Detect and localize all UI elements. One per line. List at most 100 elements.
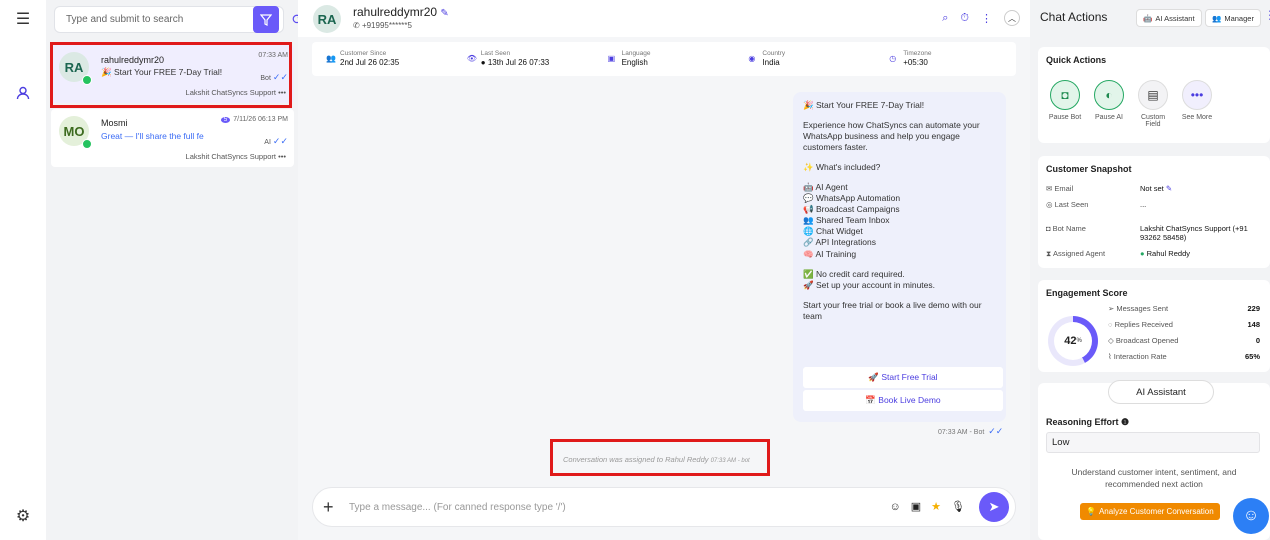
message-line: 🎉 Start Your FREE 7-Day Trial! — [803, 100, 925, 110]
card-title: Customer Snapshot — [1046, 164, 1132, 174]
message-line: 🌐 Chat Widget — [803, 226, 863, 237]
robot-icon: 🤖 — [1143, 13, 1153, 23]
contact-name: Mosmi — [101, 118, 128, 128]
send-icon: ➢ — [1108, 304, 1115, 313]
ai-assistant-header[interactable]: AI Assistant — [1108, 380, 1214, 404]
customer-info-bar: 👥 Customer Since 2nd Jul 26 02:35 👁 Last Se… — [312, 42, 1016, 76]
message-line: ✅ No credit card required. — [803, 268, 905, 279]
last-message: Great — I'll share the full fe — [101, 131, 204, 141]
metric-row: ◌ Replies Received 148 — [1108, 320, 1260, 329]
emoji-icon[interactable]: ☺ — [890, 501, 901, 513]
pause-bot-button[interactable]: ◘ Pause Bot — [1048, 80, 1082, 121]
phone-number: ✆ +91995******5 — [353, 21, 412, 30]
whatsapp-icon — [82, 139, 92, 149]
header-actions: ⌕ ⏱ ⋮ ︿ — [942, 10, 1020, 26]
message-time: 07:33 AM - Bot ✓✓ — [938, 426, 1004, 436]
search-bar: Type and submit to search ⟳ — [54, 6, 304, 33]
book-live-demo-button[interactable]: 📅 Book Live Demo — [803, 390, 1003, 411]
people-icon: 👥 — [326, 54, 336, 63]
help-chat-button[interactable]: ☺ — [1233, 498, 1269, 534]
language-icon: ▣ — [607, 54, 616, 63]
search-input[interactable]: Type and submit to search — [55, 14, 253, 25]
highlight-box — [550, 439, 770, 476]
sender-tag: AI ✓✓ — [264, 136, 288, 146]
person-icon[interactable] — [12, 82, 34, 104]
send-button[interactable]: ➤ — [979, 492, 1009, 522]
search-icon[interactable]: ⌕ — [942, 12, 948, 25]
snapshot-label: ✉ Email — [1046, 184, 1074, 193]
info-last-seen: 👁 Last Seen ● 13th Jul 26 07:33 — [466, 50, 550, 67]
app: ☰ ⚙ Type and submit to search ⟳ RA rahul… — [0, 0, 1270, 540]
reasoning-select[interactable]: Low — [1046, 432, 1260, 453]
double-check-icon: ✓✓ — [988, 426, 1004, 436]
phone-icon: ✆ — [353, 21, 360, 30]
metric-row: ◇ Broadcast Opened 0 — [1108, 336, 1260, 345]
conversation-time: 5 7/11/26 06:13 PM — [220, 116, 288, 123]
chat-actions-panel: Chat Actions 🤖 AI Assistant 👥 Manager ⋮ Qu… — [1030, 0, 1270, 540]
engagement-donut: 42% — [1048, 316, 1098, 366]
star-icon[interactable]: ★ — [931, 500, 941, 513]
message-line: 🧠 AI Training — [803, 248, 857, 259]
info-icon[interactable]: ❶ — [1121, 417, 1129, 427]
snapshot-value: ● Rahul Reddy — [1140, 249, 1190, 258]
see-more-button[interactable]: ••• See More — [1180, 80, 1214, 121]
info-language: ▣ Language English — [607, 50, 651, 67]
robot-icon: ◘ — [1050, 80, 1080, 110]
edit-icon[interactable]: ✎ — [440, 8, 448, 19]
pause-ai-button[interactable]: ◐ Pause AI — [1092, 80, 1126, 121]
highlight-box — [50, 42, 292, 108]
filter-button[interactable] — [253, 6, 279, 33]
snapshot-value: Lakshit ChatSyncs Support (+91 93262 584… — [1140, 224, 1248, 242]
eye-icon: 👁 — [466, 54, 477, 63]
ai-description: Understand customer intent, sentiment, a… — [1071, 467, 1237, 490]
chat-header: RA rahulreddymr20 ✎ ✆ +91995******5 ⌕ ⏱ … — [298, 0, 1030, 37]
snapshot-label: ◎ Last Seen — [1046, 200, 1089, 209]
avatar: MO — [59, 116, 92, 149]
composer-actions: ☺ ▣ ★ 🎙 — [890, 500, 965, 514]
snapshot-label: ◘ Bot Name — [1046, 224, 1086, 233]
email-icon: ✉ — [1046, 184, 1053, 193]
kebab-menu-icon[interactable]: ⋮ — [1264, 8, 1270, 22]
document-icon: ▤ — [1138, 80, 1168, 110]
brain-icon: ◐ — [1094, 80, 1124, 110]
left-rail: ☰ ⚙ — [0, 0, 46, 540]
contact-name: rahulreddymr20 ✎ — [353, 5, 449, 19]
message-line: Experience how ChatSyncs can automate yo… — [803, 120, 980, 153]
snapshot-value: ... — [1140, 200, 1147, 209]
panel-title: Chat Actions — [1040, 10, 1108, 24]
agent-name: Lakshit ChatSyncs Support ••• — [185, 152, 286, 161]
plus-icon[interactable]: + — [323, 497, 334, 518]
kebab-menu-icon[interactable]: ⋮ — [981, 12, 992, 25]
clock-icon: ◷ — [889, 54, 897, 63]
message-line: 🚀 Set up your account in minutes. — [803, 279, 936, 290]
reply-icon: ◌ — [1108, 320, 1113, 329]
info-customer-since: 👥 Customer Since 2nd Jul 26 02:35 — [326, 50, 400, 67]
menu-icon[interactable]: ☰ — [12, 8, 34, 30]
template-icon[interactable]: ▣ — [911, 500, 921, 513]
message-input[interactable]: Type a message... (For canned response t… — [349, 502, 566, 513]
status-dot-icon: ● — [1140, 249, 1145, 258]
analyze-conversation-button[interactable]: 💡 Analyze Customer Conversation — [1080, 503, 1220, 520]
timer-icon[interactable]: ⏱ — [960, 12, 969, 25]
engagement-score-card: Engagement Score 42% ➢ Messages Sent 229 … — [1038, 280, 1270, 372]
ai-assistant-tab[interactable]: 🤖 AI Assistant — [1136, 9, 1202, 27]
edit-icon[interactable]: ✎ — [1166, 184, 1172, 193]
microphone-icon[interactable]: 🎙 — [951, 500, 965, 513]
snapshot-value: Not set ✎ — [1140, 184, 1173, 193]
metric-row: ➢ Messages Sent 229 — [1108, 304, 1260, 313]
message-line: Start your free trial or book a live dem… — [803, 299, 982, 321]
custom-field-button[interactable]: ▤ Custom Field — [1136, 80, 1170, 128]
conversation-item[interactable]: MO Mosmi 5 7/11/26 06:13 PM Great — I'll … — [51, 109, 294, 167]
card-title: Quick Actions — [1046, 55, 1107, 65]
gear-icon[interactable]: ⚙ — [12, 505, 34, 527]
more-icon[interactable]: ••• — [278, 152, 286, 161]
chat-support-icon: ☺ — [1242, 507, 1260, 524]
customer-snapshot-card: Customer Snapshot ✉ Email Not set ✎ ◎ La… — [1038, 156, 1270, 268]
info-country: ◉ Country India — [748, 50, 786, 67]
start-free-trial-button[interactable]: 🚀 Start Free Trial — [803, 367, 1003, 388]
chevron-up-icon[interactable]: ︿ — [1004, 10, 1020, 26]
manager-tab[interactable]: 👥 Manager — [1205, 9, 1261, 27]
message-line: ✨ What's included? — [803, 162, 881, 173]
message-line: 💬 WhatsApp Automation — [803, 193, 901, 204]
chart-icon: ⌇ — [1108, 352, 1112, 361]
